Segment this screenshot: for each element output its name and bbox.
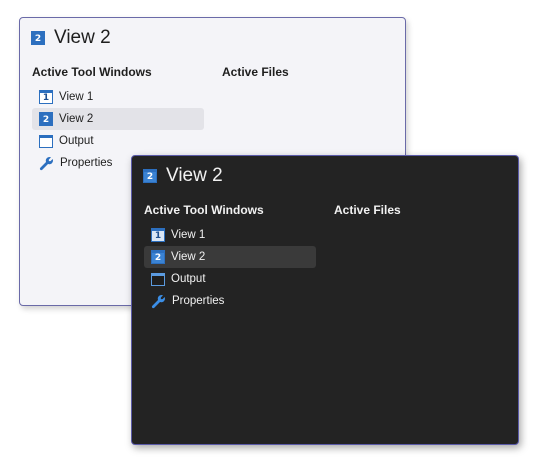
wrench-icon xyxy=(39,156,54,170)
active-tool-windows-header: Active Tool Windows xyxy=(144,203,264,217)
switcher-title-row: 2 View 2 xyxy=(143,165,223,187)
dark-window-switcher: 2 View 2 Active Tool Windows Active File… xyxy=(131,155,519,445)
view-2-icon: 2 xyxy=(39,112,53,126)
switcher-title: View 2 xyxy=(54,27,111,48)
tool-item-label: View 1 xyxy=(171,229,206,241)
view-2-icon: 2 xyxy=(31,31,45,45)
tool-item-output[interactable]: Output xyxy=(144,268,316,290)
tool-windows-list: 1 View 1 2 View 2 Output Properties xyxy=(144,224,316,312)
switcher-title: View 2 xyxy=(166,165,223,186)
active-files-header: Active Files xyxy=(334,203,401,217)
tool-item-view-1[interactable]: 1 View 1 xyxy=(144,224,316,246)
view-2-icon: 2 xyxy=(151,250,165,264)
view-1-icon: 1 xyxy=(151,228,165,242)
active-files-header: Active Files xyxy=(222,65,289,79)
tool-item-label: View 1 xyxy=(59,91,94,103)
tool-item-view-2[interactable]: 2 View 2 xyxy=(32,108,204,130)
view-2-icon: 2 xyxy=(143,169,157,183)
tool-item-properties[interactable]: Properties xyxy=(144,290,316,312)
switcher-title-row: 2 View 2 xyxy=(31,27,111,49)
tool-item-view-2[interactable]: 2 View 2 xyxy=(144,246,316,268)
tool-item-label: Output xyxy=(171,273,206,285)
output-window-icon xyxy=(39,134,53,148)
output-window-icon xyxy=(151,272,165,286)
tool-item-label: Properties xyxy=(172,295,225,307)
tool-item-view-1[interactable]: 1 View 1 xyxy=(32,86,204,108)
active-tool-windows-header: Active Tool Windows xyxy=(32,65,152,79)
tool-item-label: Output xyxy=(59,135,94,147)
tool-item-label: Properties xyxy=(60,157,113,169)
wrench-icon xyxy=(151,294,166,308)
tool-item-label: View 2 xyxy=(171,251,206,263)
tool-item-output[interactable]: Output xyxy=(32,130,204,152)
canvas: 2 View 2 Active Tool Windows Active File… xyxy=(0,0,549,472)
view-1-icon: 1 xyxy=(39,90,53,104)
tool-item-label: View 2 xyxy=(59,113,94,125)
